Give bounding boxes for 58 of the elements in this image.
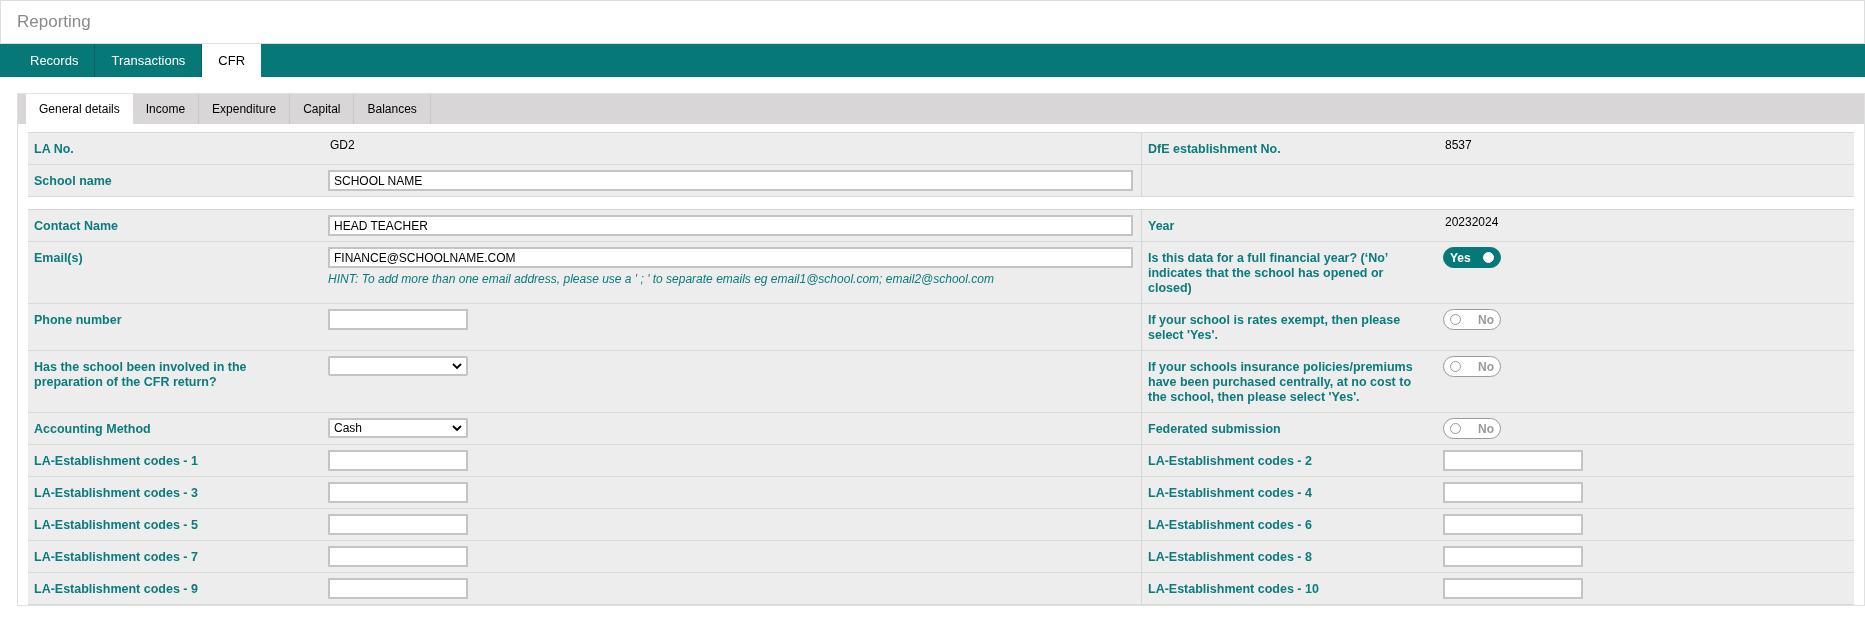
sub-tab[interactable]: Balances (354, 94, 431, 124)
chevron-down-icon (452, 362, 462, 370)
toggle-switch[interactable]: Yes (1443, 247, 1501, 268)
field-label: Contact Name (34, 219, 119, 233)
field-label: If your school is rates exempt, then please select 'Yes'. (1148, 313, 1401, 342)
text-input[interactable]: SCHOOL NAME (328, 170, 1133, 191)
field-label: LA-Establishment codes - 7 (34, 550, 198, 564)
text-input[interactable] (328, 482, 468, 503)
select-dropdown[interactable]: Cash (328, 418, 468, 438)
toggle-knob (1483, 252, 1494, 263)
text-input[interactable] (328, 546, 468, 567)
nav-tab[interactable]: Records (14, 44, 96, 77)
field-label: LA-Establishment codes - 3 (34, 486, 198, 500)
field-label: LA-Establishment codes - 10 (1148, 582, 1319, 596)
text-input[interactable] (328, 578, 468, 599)
sub-tab[interactable]: Income (132, 94, 200, 124)
field-value: 8537 (1444, 138, 1472, 152)
field-value: GD2 (329, 138, 355, 152)
field-label: LA-Establishment codes - 1 (34, 454, 198, 468)
field-label: LA-Establishment codes - 5 (34, 518, 198, 532)
field-label: Phone number (34, 313, 122, 327)
text-input[interactable] (1443, 482, 1583, 503)
select-dropdown[interactable] (328, 356, 468, 376)
field-label: LA-Establishment codes - 9 (34, 582, 198, 596)
text-input[interactable] (1443, 546, 1583, 567)
text-input[interactable] (1443, 578, 1583, 599)
text-input[interactable]: FINANCE@SCHOOLNAME.COM (328, 247, 1133, 268)
field-label: If your schools insurance policies/premiums have been purchased centrally, at no cost to the school, then please select 'Yes'. (1148, 360, 1413, 404)
toggle-knob (1450, 361, 1461, 372)
field-label: LA-Establishment codes - 2 (1148, 454, 1312, 468)
field-label: Is this data for a full financial year? (‘No’ indicates that the school has opened or closed) (1148, 251, 1388, 295)
field-value: 20232024 (1444, 215, 1499, 229)
text-input[interactable] (328, 450, 468, 471)
page-title: Reporting (17, 11, 91, 34)
nav-tab[interactable]: CFR (202, 44, 262, 77)
chevron-down-icon (452, 424, 462, 432)
text-input[interactable] (328, 309, 468, 330)
field-label: LA No. (34, 142, 74, 156)
field-label: Accounting Method (34, 422, 151, 436)
field-label: DfE establishment No. (1148, 142, 1281, 156)
text-input[interactable] (1443, 450, 1583, 471)
sub-tab[interactable]: General details (26, 94, 133, 124)
field-label: School name (34, 174, 112, 188)
text-input[interactable] (1443, 514, 1583, 535)
toggle-knob (1450, 423, 1461, 434)
hint-text: HINT: To add more than one email address, please use a ' ; ' to separate emails eg email1@school.com; email2@school.com (328, 272, 995, 286)
field-label: Has the school been involved in the preparation of the CFR return? (34, 360, 247, 389)
field-label: LA-Establishment codes - 8 (1148, 550, 1312, 564)
field-label: LA-Establishment codes - 6 (1148, 518, 1312, 532)
sub-tab[interactable]: Capital (290, 94, 355, 124)
sub-tab[interactable]: Expenditure (199, 94, 291, 124)
field-label: Federated submission (1148, 422, 1281, 436)
text-input[interactable] (328, 514, 468, 535)
field-label: Email(s) (34, 251, 83, 265)
toggle-knob (1450, 314, 1461, 325)
text-input[interactable]: HEAD TEACHER (328, 215, 1133, 236)
field-label: LA-Establishment codes - 4 (1148, 486, 1312, 500)
field-label: Year (1148, 219, 1175, 233)
